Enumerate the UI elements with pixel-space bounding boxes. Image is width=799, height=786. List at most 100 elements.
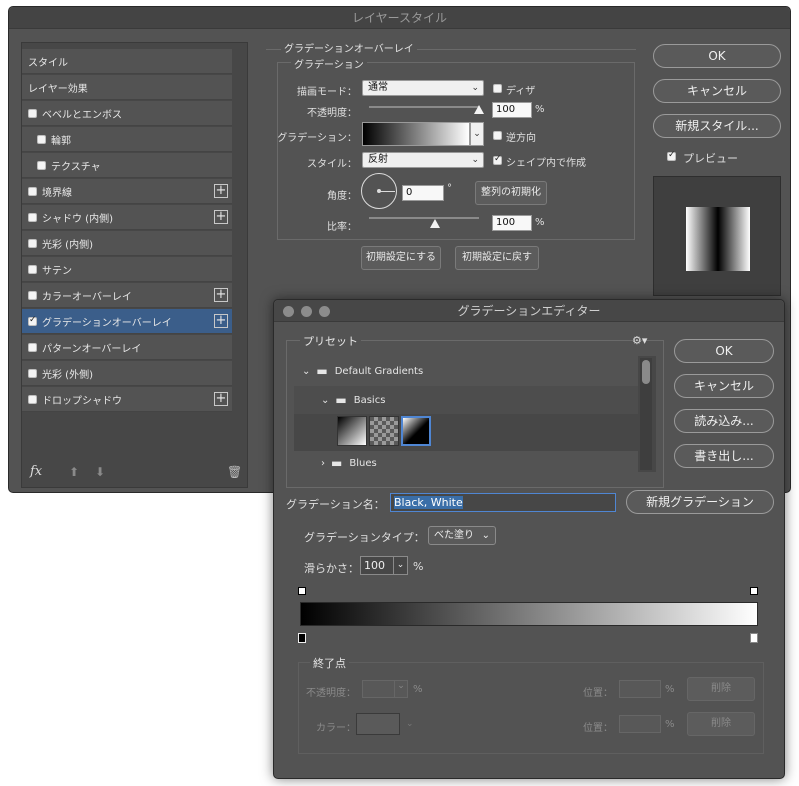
gradient-name-input[interactable]: Black, White — [390, 493, 616, 512]
preset-scrollbar-thumb[interactable] — [642, 360, 650, 384]
add-effect-icon[interactable]: + — [214, 288, 228, 302]
angle-input[interactable]: 0 — [402, 185, 444, 201]
style-item[interactable]: 境界線 + — [22, 179, 232, 204]
gradient-type-select[interactable]: べた塗り ⌄ — [428, 526, 496, 545]
stop-opacity-input[interactable]: ⌄ — [362, 680, 408, 698]
style-item-checkbox[interactable] — [28, 238, 37, 248]
export-button[interactable]: 書き出し... — [674, 444, 774, 468]
new-gradient-button[interactable]: 新規グラデーション — [626, 490, 774, 514]
angle-dial[interactable] — [361, 173, 397, 209]
add-effect-icon[interactable]: + — [214, 210, 228, 224]
style-item-checkbox[interactable] — [28, 315, 37, 326]
chevron-down-icon[interactable]: ⌄ — [393, 557, 407, 574]
chevron-down-icon[interactable]: ⌄ — [321, 395, 329, 406]
style-item-checkbox[interactable] — [37, 160, 46, 170]
add-effect-icon[interactable]: + — [214, 392, 228, 406]
chevron-down-icon[interactable]: ⌄ — [302, 366, 310, 377]
fx-button[interactable]: fx — [30, 464, 42, 479]
ge-ok-button[interactable]: OK — [674, 339, 774, 363]
chevron-right-icon[interactable]: › — [321, 458, 325, 469]
stop-opacity-location-input[interactable] — [619, 680, 661, 698]
chevron-down-icon[interactable]: ⌄ — [394, 681, 407, 697]
style-item[interactable]: ドロップシャドウ + — [22, 387, 232, 412]
style-item[interactable]: サテン — [22, 257, 232, 282]
scale-slider[interactable] — [369, 217, 479, 219]
chevron-down-icon[interactable]: ⌄ — [406, 719, 414, 729]
style-item-checkbox[interactable] — [28, 186, 37, 196]
smoothness-input[interactable]: 100 ⌄ — [360, 556, 408, 575]
style-item[interactable]: スタイル — [22, 49, 232, 74]
minimize-window-icon[interactable] — [301, 306, 312, 317]
style-item[interactable]: 光彩 (内側) — [22, 231, 232, 256]
scale-slider-thumb[interactable] — [430, 219, 440, 228]
ge-cancel-button[interactable]: キャンセル — [674, 374, 774, 398]
opacity-slider-thumb[interactable] — [474, 105, 484, 114]
preset-black-white[interactable] — [401, 416, 431, 446]
style-item[interactable]: 光彩 (外側) — [22, 361, 232, 386]
style-item[interactable]: レイヤー効果 — [22, 75, 232, 100]
style-item-checkbox[interactable] — [28, 342, 37, 352]
folder-blues-row[interactable]: › ▬ Blues — [294, 451, 638, 472]
style-item[interactable]: グラデーションオーバーレイ + — [22, 309, 232, 334]
style-item[interactable]: 輪郭 — [22, 127, 232, 152]
style-select[interactable]: 反射 ⌄ — [362, 152, 484, 168]
reverse-checkbox[interactable] — [493, 131, 502, 140]
blend-mode-select[interactable]: 通常 ⌄ — [362, 80, 484, 96]
style-item-checkbox[interactable] — [28, 368, 37, 378]
style-item-checkbox[interactable] — [28, 108, 37, 118]
style-item-label: 境界線 — [42, 187, 72, 199]
dither-label: ディザ — [506, 86, 536, 97]
reverse-label: 逆方向 — [506, 133, 536, 144]
style-item[interactable]: パターンオーバーレイ — [22, 335, 232, 360]
new-style-button[interactable]: 新規スタイル... — [653, 114, 781, 138]
opacity-input[interactable]: 100 — [492, 102, 532, 118]
folder-basics-row[interactable]: ⌄ ▬ Basics — [294, 386, 638, 414]
stop-color-location-input[interactable] — [619, 715, 661, 733]
dither-checkbox[interactable] — [493, 84, 502, 93]
align-with-layer-checkbox[interactable] — [493, 154, 502, 165]
reset-align-button[interactable]: 整列の初期化 — [475, 181, 547, 205]
gradient-swatch[interactable] — [362, 122, 470, 146]
chevron-down-icon[interactable]: ⌄ — [470, 122, 484, 146]
degree-symbol: ° — [447, 183, 452, 194]
scale-input[interactable]: 100 — [492, 215, 532, 231]
scale-label: 比率： — [327, 222, 357, 233]
stop-color-swatch[interactable] — [356, 713, 400, 735]
style-item-checkbox[interactable] — [37, 134, 46, 144]
gear-icon[interactable]: ⚙▾ — [632, 334, 647, 347]
ok-button[interactable]: OK — [653, 44, 781, 68]
stop-opacity-location-label: 位置： — [583, 688, 613, 699]
preview-checkbox[interactable] — [667, 150, 676, 161]
style-item[interactable]: テクスチャ — [22, 153, 232, 178]
reset-default-button[interactable]: 初期設定に戻す — [455, 246, 539, 270]
preset-scrollbar[interactable] — [640, 358, 652, 470]
move-down-icon[interactable]: ⬇ — [94, 465, 106, 479]
stop-color-delete-button[interactable]: 削除 — [687, 712, 755, 736]
opacity-slider[interactable] — [369, 106, 479, 108]
close-window-icon[interactable] — [283, 306, 294, 317]
opacity-stop-right[interactable] — [750, 587, 758, 595]
gradient-bar[interactable] — [300, 602, 758, 626]
move-up-icon[interactable]: ⬆ — [68, 465, 80, 479]
make-default-button[interactable]: 初期設定にする — [361, 246, 441, 270]
color-stop-left[interactable] — [298, 633, 306, 643]
style-item[interactable]: カラーオーバーレイ + — [22, 283, 232, 308]
preset-foreground-to-transparent[interactable] — [369, 416, 399, 446]
folder-default-row[interactable]: ⌄ ▬ Default Gradients — [294, 356, 638, 386]
load-button[interactable]: 読み込み... — [674, 409, 774, 433]
style-item-checkbox[interactable] — [28, 290, 37, 300]
color-stop-right[interactable] — [750, 633, 758, 643]
style-item-checkbox[interactable] — [28, 394, 37, 404]
opacity-stop-left[interactable] — [298, 587, 306, 595]
add-effect-icon[interactable]: + — [214, 314, 228, 328]
trash-icon[interactable]: 🗑 — [227, 465, 242, 479]
preset-foreground-to-background[interactable] — [337, 416, 367, 446]
style-item-checkbox[interactable] — [28, 264, 37, 274]
cancel-button[interactable]: キャンセル — [653, 79, 781, 103]
zoom-window-icon[interactable] — [319, 306, 330, 317]
style-item[interactable]: ベベルとエンボス — [22, 101, 232, 126]
style-item[interactable]: シャドウ (内側) + — [22, 205, 232, 230]
stop-opacity-delete-button[interactable]: 削除 — [687, 677, 755, 701]
add-effect-icon[interactable]: + — [214, 184, 228, 198]
style-item-checkbox[interactable] — [28, 212, 37, 222]
